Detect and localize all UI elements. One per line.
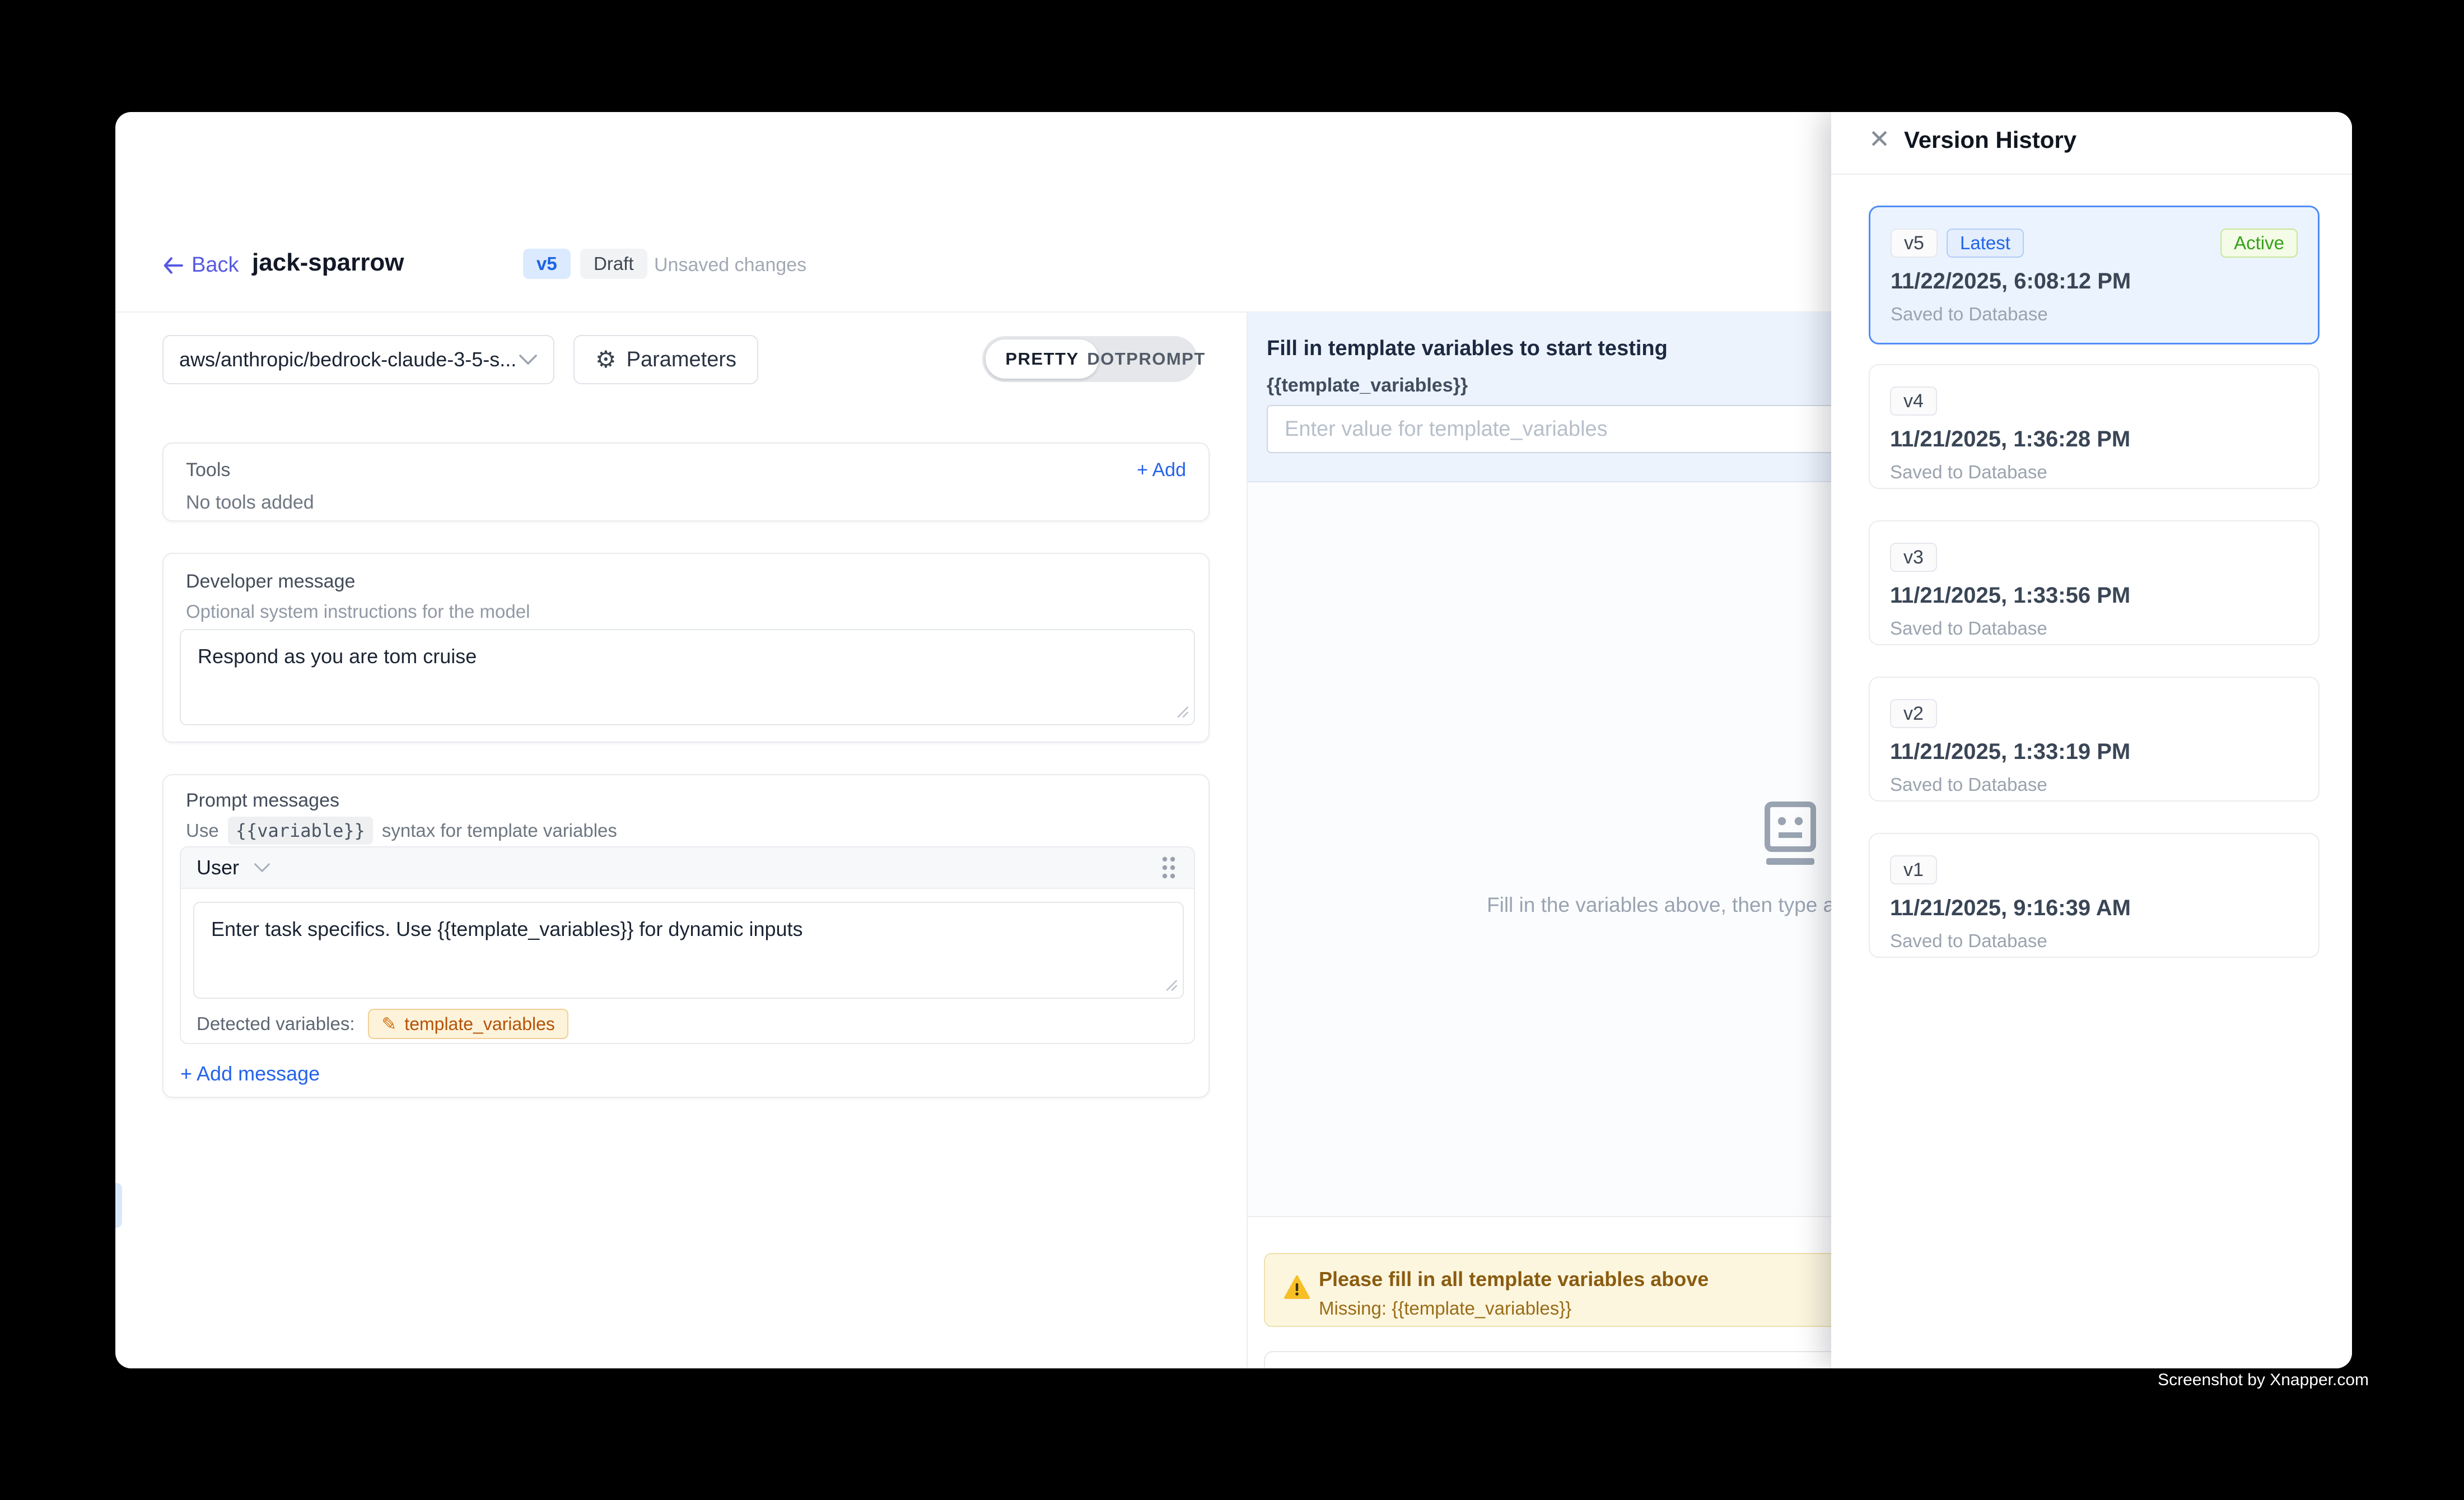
message-role-value: User <box>197 856 239 879</box>
tools-label: Tools <box>186 459 230 481</box>
template-variables-title: Fill in template variables to start test… <box>1267 337 1668 361</box>
model-select[interactable]: aws/anthropic/bedrock-claude-3-5-s... <box>162 335 554 384</box>
version-card-v5[interactable]: v5 Latest Active 11/22/2025, 6:08:12 PM … <box>1869 206 2320 344</box>
hint-prefix: Use <box>186 820 219 841</box>
gear-icon: ⚙ <box>595 348 617 371</box>
message-role-select[interactable]: User <box>197 856 270 879</box>
version-badge: v5 <box>523 249 571 279</box>
robot-icon <box>1763 800 1818 869</box>
version-number-badge: v3 <box>1890 543 1937 572</box>
toggle-dotprompt[interactable]: DOTPROMPT <box>1099 339 1194 379</box>
prompt-syntax-hint: Use {{variable}} syntax for template var… <box>186 817 617 845</box>
back-button[interactable]: Back <box>162 253 239 277</box>
latest-badge: Latest <box>1947 229 2024 258</box>
unsaved-changes-label: Unsaved changes <box>654 254 806 276</box>
version-timestamp: 11/22/2025, 6:08:12 PM <box>1891 269 2131 294</box>
version-number-badge: v4 <box>1890 386 1937 416</box>
back-label: Back <box>192 253 239 277</box>
warning-title: Please fill in all template variables ab… <box>1319 1268 1709 1291</box>
chevron-down-icon <box>519 353 538 366</box>
message-content-input[interactable]: Enter task specifics. Use {{template_var… <box>193 902 1184 999</box>
prompt-messages-card: Prompt messages Use {{variable}} syntax … <box>162 774 1210 1098</box>
add-tool-button[interactable]: + Add <box>1137 459 1186 481</box>
version-history-title: Version History <box>1904 127 2076 153</box>
template-variable-chip[interactable]: ✎ template_variables <box>368 1009 568 1039</box>
version-timestamp: 11/21/2025, 9:16:39 AM <box>1890 896 2131 921</box>
version-number-badge: v5 <box>1891 229 1938 258</box>
version-saved-status: Saved to Database <box>1890 930 2047 952</box>
developer-message-input[interactable]: Respond as you are tom cruise <box>180 629 1195 725</box>
version-history-drawer: ✕ Version History v5 Latest Active 11/22… <box>1831 112 2352 1368</box>
page-title: jack-sparrow <box>252 249 404 277</box>
draft-badge: Draft <box>580 249 647 279</box>
chevron-down-icon <box>254 862 270 873</box>
sidebar-handle-tab[interactable] <box>115 1183 122 1228</box>
app-window: Back jack-sparrow v5 Draft Unsaved chang… <box>115 112 2352 1368</box>
version-card-v3[interactable]: v3 11/21/2025, 1:33:56 PM Saved to Datab… <box>1869 520 2320 645</box>
warning-missing-detail: Missing: {{template_variables}} <box>1319 1298 1571 1319</box>
parameters-button[interactable]: ⚙ Parameters <box>573 335 758 384</box>
drawer-divider <box>1831 174 2352 175</box>
message-header: User <box>181 847 1194 889</box>
watermark-label: Screenshot by Xnapper.com <box>2158 1371 2369 1390</box>
warning-triangle-icon <box>1283 1274 1311 1300</box>
version-saved-status: Saved to Database <box>1890 462 2047 483</box>
variable-syntax-chip: {{variable}} <box>228 817 373 845</box>
developer-message-card: Developer message Optional system instru… <box>162 553 1210 743</box>
version-timestamp: 11/21/2025, 1:33:19 PM <box>1890 739 2130 765</box>
template-variable-name: template_variables <box>404 1014 555 1035</box>
detected-variables-label: Detected variables: <box>197 1013 354 1035</box>
developer-message-label: Developer message <box>186 571 355 593</box>
screenshot-canvas: Back jack-sparrow v5 Draft Unsaved chang… <box>0 0 2464 1500</box>
version-card-v1[interactable]: v1 11/21/2025, 9:16:39 AM Saved to Datab… <box>1869 833 2320 958</box>
prompt-messages-label: Prompt messages <box>186 790 339 812</box>
close-icon[interactable]: ✕ <box>1864 123 1895 155</box>
version-saved-status: Saved to Database <box>1891 304 2048 325</box>
version-card-v2[interactable]: v2 11/21/2025, 1:33:19 PM Saved to Datab… <box>1869 677 2320 802</box>
prompt-message-block: User Enter task specifics. <box>180 846 1195 1044</box>
view-mode-toggle: PRETTY DOTPROMPT <box>982 336 1197 382</box>
version-saved-status: Saved to Database <box>1890 618 2047 639</box>
version-number-badge: v1 <box>1890 855 1937 884</box>
active-badge: Active <box>2220 229 2298 258</box>
hint-suffix: syntax for template variables <box>382 820 617 841</box>
developer-message-hint: Optional system instructions for the mod… <box>186 601 530 622</box>
version-number-badge: v2 <box>1890 699 1937 728</box>
toggle-pretty[interactable]: PRETTY <box>986 339 1099 379</box>
back-arrow-icon <box>162 257 184 274</box>
drag-handle-icon[interactable] <box>1159 855 1178 881</box>
template-variable-label: {{template_variables}} <box>1267 375 1468 397</box>
version-timestamp: 11/21/2025, 1:36:28 PM <box>1890 427 2130 452</box>
version-saved-status: Saved to Database <box>1890 774 2047 795</box>
tools-card: Tools + Add No tools added <box>162 442 1210 521</box>
no-tools-label: No tools added <box>186 492 314 514</box>
model-select-value: aws/anthropic/bedrock-claude-3-5-s... <box>179 348 516 371</box>
detected-variables-row: Detected variables: ✎ template_variables <box>197 1009 568 1039</box>
parameters-label: Parameters <box>627 348 736 372</box>
add-message-button[interactable]: + Add message <box>180 1062 320 1086</box>
version-card-v4[interactable]: v4 11/21/2025, 1:36:28 PM Saved to Datab… <box>1869 364 2320 489</box>
version-timestamp: 11/21/2025, 1:33:56 PM <box>1890 583 2130 608</box>
pencil-icon: ✎ <box>381 1013 396 1035</box>
